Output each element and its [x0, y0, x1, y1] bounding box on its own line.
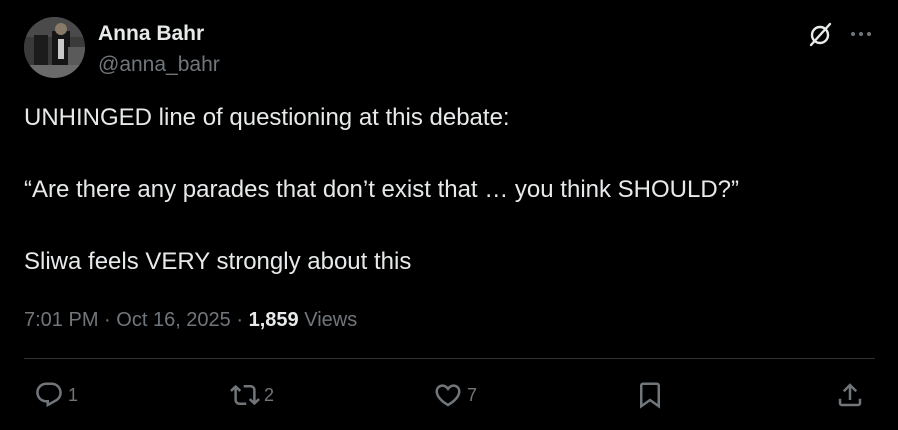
avatar[interactable] [24, 17, 85, 78]
share-icon [835, 380, 865, 410]
more-horizontal-icon[interactable] [847, 20, 875, 48]
tweet-date[interactable]: Oct 16, 2025 [116, 309, 231, 331]
tweet-paragraph: “Are there any parades that don’t exist … [24, 176, 740, 203]
author-name[interactable]: Anna Bahr [98, 22, 204, 46]
repost-count: 2 [264, 384, 275, 405]
reply-button[interactable]: 1 [34, 372, 78, 418]
meta-separator: · [104, 309, 111, 331]
bookmark-icon [635, 380, 665, 410]
tweet-time[interactable]: 7:01 PM [24, 309, 98, 331]
bookmark-button[interactable] [635, 372, 665, 418]
heart-icon [433, 380, 463, 410]
repost-button[interactable]: 2 [230, 372, 274, 418]
repost-icon [230, 380, 260, 410]
tweet-header: Anna Bahr @anna_bahr [24, 17, 874, 81]
views-label: Views [304, 309, 358, 331]
divider [24, 358, 875, 359]
views-count: 1,859 [248, 309, 299, 331]
like-count: 7 [467, 384, 478, 405]
like-button[interactable]: 7 [433, 372, 477, 418]
action-bar: 1 2 7 [24, 372, 875, 418]
share-button[interactable] [835, 372, 865, 418]
tweet-paragraph: UNHINGED line of questioning at this deb… [24, 104, 510, 131]
reply-count: 1 [68, 384, 79, 405]
grok-icon[interactable] [807, 20, 835, 48]
tweet-text: UNHINGED line of questioning at this deb… [24, 103, 874, 277]
author-handle[interactable]: @anna_bahr [98, 53, 220, 77]
tweet-paragraph: Sliwa feels VERY strongly about this [24, 248, 412, 275]
meta-separator: · [236, 309, 244, 331]
tweet-meta: 7:01 PM · Oct 16, 2025 · 1,859 Views [24, 307, 357, 333]
reply-icon [34, 380, 64, 410]
